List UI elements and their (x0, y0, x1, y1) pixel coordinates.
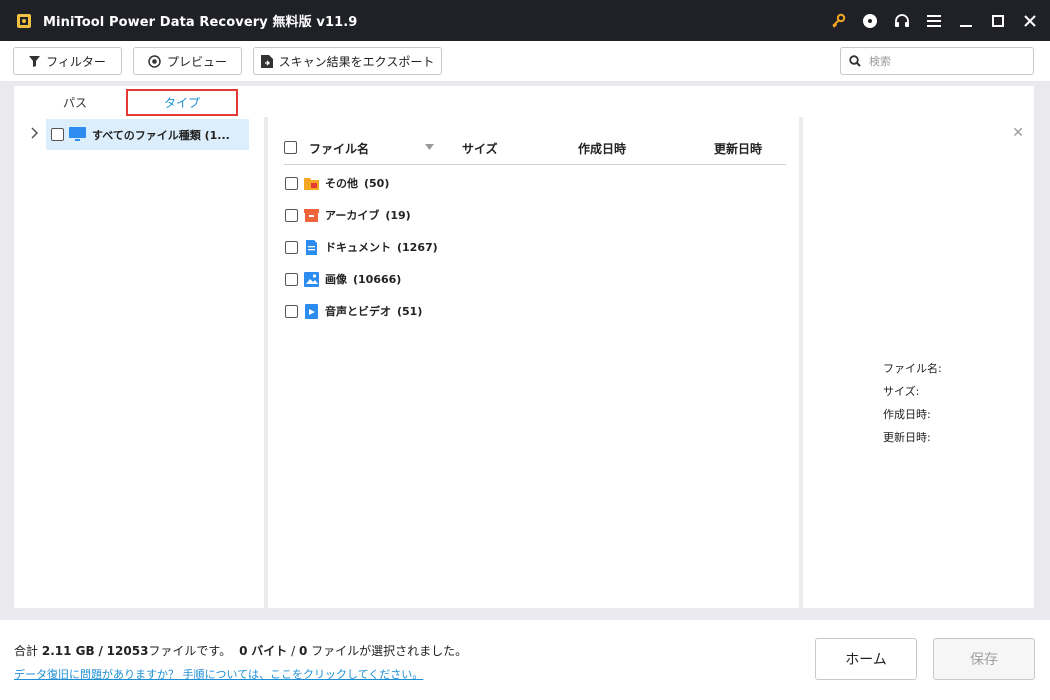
summary-total-files: 12053 (106, 644, 149, 658)
filter-button-label: フィルター (46, 54, 106, 69)
app-title: MiniTool Power Data Recovery 無料版 v11.9 (43, 15, 358, 30)
tab-type[interactable]: タイプ (126, 89, 238, 116)
search-input[interactable] (869, 54, 1019, 68)
sort-down-icon[interactable] (425, 144, 434, 150)
tree-item-all-types[interactable]: すべてのファイル種類 (1... (46, 119, 249, 150)
summary-selected-text: ファイルが選択されました。 (311, 644, 468, 658)
preview-button-label: プレビュー (166, 54, 227, 69)
export-button-label: スキャン結果をエクスポート (278, 54, 435, 69)
export-button[interactable]: スキャン結果をエクスポート (253, 47, 442, 75)
item-checkbox[interactable] (285, 272, 298, 286)
item-checkbox[interactable] (285, 176, 298, 190)
tab-path[interactable]: パス (44, 89, 106, 116)
home-button[interactable]: ホーム (815, 638, 917, 680)
video-icon (305, 303, 318, 319)
save-button[interactable]: 保存 (933, 638, 1035, 680)
folder-other-icon (304, 177, 319, 190)
minimize-icon[interactable] (950, 0, 982, 41)
maximize-icon[interactable] (982, 0, 1014, 41)
monitor-icon (69, 127, 86, 141)
help-link[interactable]: データ復旧に問題がありますか？ 手順については、ここをクリックしてください。 (14, 666, 423, 682)
item-label: 音声とビデオ (325, 305, 391, 318)
list-item-image[interactable]: 画像 (10666) (285, 268, 401, 290)
summary-separator: / (291, 644, 296, 658)
close-icon[interactable] (1014, 0, 1046, 41)
menu-icon[interactable] (918, 0, 950, 41)
item-checkbox[interactable] (285, 208, 298, 222)
list-item-other[interactable]: その他 (50) (285, 172, 389, 194)
image-icon (304, 271, 319, 287)
footer: 合計 2.11 GB / 12053ファイルです。 0 バイト / 0 ファイル… (0, 620, 1050, 700)
tree-item-label: すべてのファイル種類 (1... (92, 128, 230, 142)
column-header-created[interactable]: 作成日時 (578, 140, 626, 157)
close-preview-icon[interactable]: ✕ (1012, 125, 1024, 141)
disc-icon[interactable] (854, 0, 886, 41)
list-item-audio-video[interactable]: 音声とビデオ (51) (285, 300, 422, 322)
item-count: (1267) (397, 240, 438, 254)
list-item-document[interactable]: ドキュメント (1267) (285, 236, 438, 258)
summary-selected-files: 0 (298, 644, 308, 658)
filter-button[interactable]: フィルター (13, 47, 122, 75)
list-item-archive[interactable]: アーカイブ (19) (285, 204, 411, 226)
item-count: (50) (364, 176, 390, 190)
preview-file-name-label: ファイル名: (883, 362, 942, 375)
select-all-checkbox[interactable] (284, 141, 297, 154)
item-label: 画像 (325, 273, 347, 286)
column-header-name[interactable]: ファイル名 (309, 140, 369, 157)
toolbar: フィルター プレビュー スキャン結果をエクスポート (0, 41, 1050, 81)
archive-icon (304, 208, 319, 222)
summary-selected-bytes: 0 (239, 644, 248, 658)
app-logo-icon (13, 10, 35, 32)
main-panel: パス タイプ すべてのファイル種類 (1... ファイル名 サイズ 作成日時 更… (14, 86, 1034, 608)
search-box[interactable] (840, 47, 1034, 75)
item-count: (10666) (353, 272, 402, 286)
view-tabs: パス タイプ (14, 86, 264, 117)
search-icon (849, 55, 861, 67)
headset-icon[interactable] (886, 0, 918, 41)
summary-files-text: ファイルです。 (148, 644, 232, 658)
item-label: ドキュメント (325, 241, 391, 254)
item-count: (51) (397, 304, 423, 318)
summary-separator: / (98, 644, 103, 658)
preview-size-label: サイズ: (883, 385, 920, 398)
item-count: (19) (385, 208, 411, 222)
document-icon (306, 239, 317, 255)
summary-prefix: 合計 (14, 644, 39, 658)
file-list-panel: ファイル名 サイズ 作成日時 更新日時 その他 (50) アーカイブ (19) … (268, 117, 798, 608)
item-checkbox[interactable] (285, 240, 298, 254)
item-label: アーカイブ (325, 209, 380, 222)
preview-modified-label: 更新日時: (883, 431, 931, 444)
item-checkbox[interactable] (285, 304, 298, 318)
key-icon[interactable] (822, 0, 854, 41)
tree-checkbox[interactable] (51, 128, 64, 141)
column-header-modified[interactable]: 更新日時 (714, 140, 762, 157)
export-icon (260, 54, 273, 68)
eye-icon (148, 54, 161, 68)
item-label: その他 (325, 177, 358, 190)
title-bar: MiniTool Power Data Recovery 無料版 v11.9 (0, 0, 1050, 41)
preview-panel: ✕ ファイル名: サイズ: 作成日時: 更新日時: (803, 117, 1034, 608)
summary-total-size: 2.11 GB (41, 644, 95, 658)
scan-summary: 合計 2.11 GB / 12053ファイルです。 0 バイト / 0 ファイル… (14, 642, 467, 659)
preview-button[interactable]: プレビュー (133, 47, 242, 75)
chevron-right-icon[interactable] (31, 127, 39, 142)
list-header: ファイル名 サイズ 作成日時 更新日時 (284, 127, 786, 165)
preview-created-label: 作成日時: (883, 408, 931, 421)
tree-panel: すべてのファイル種類 (1... (14, 117, 264, 608)
filter-icon (29, 55, 41, 67)
summary-bytes-unit: バイト (251, 644, 288, 658)
column-header-size[interactable]: サイズ (462, 140, 498, 157)
